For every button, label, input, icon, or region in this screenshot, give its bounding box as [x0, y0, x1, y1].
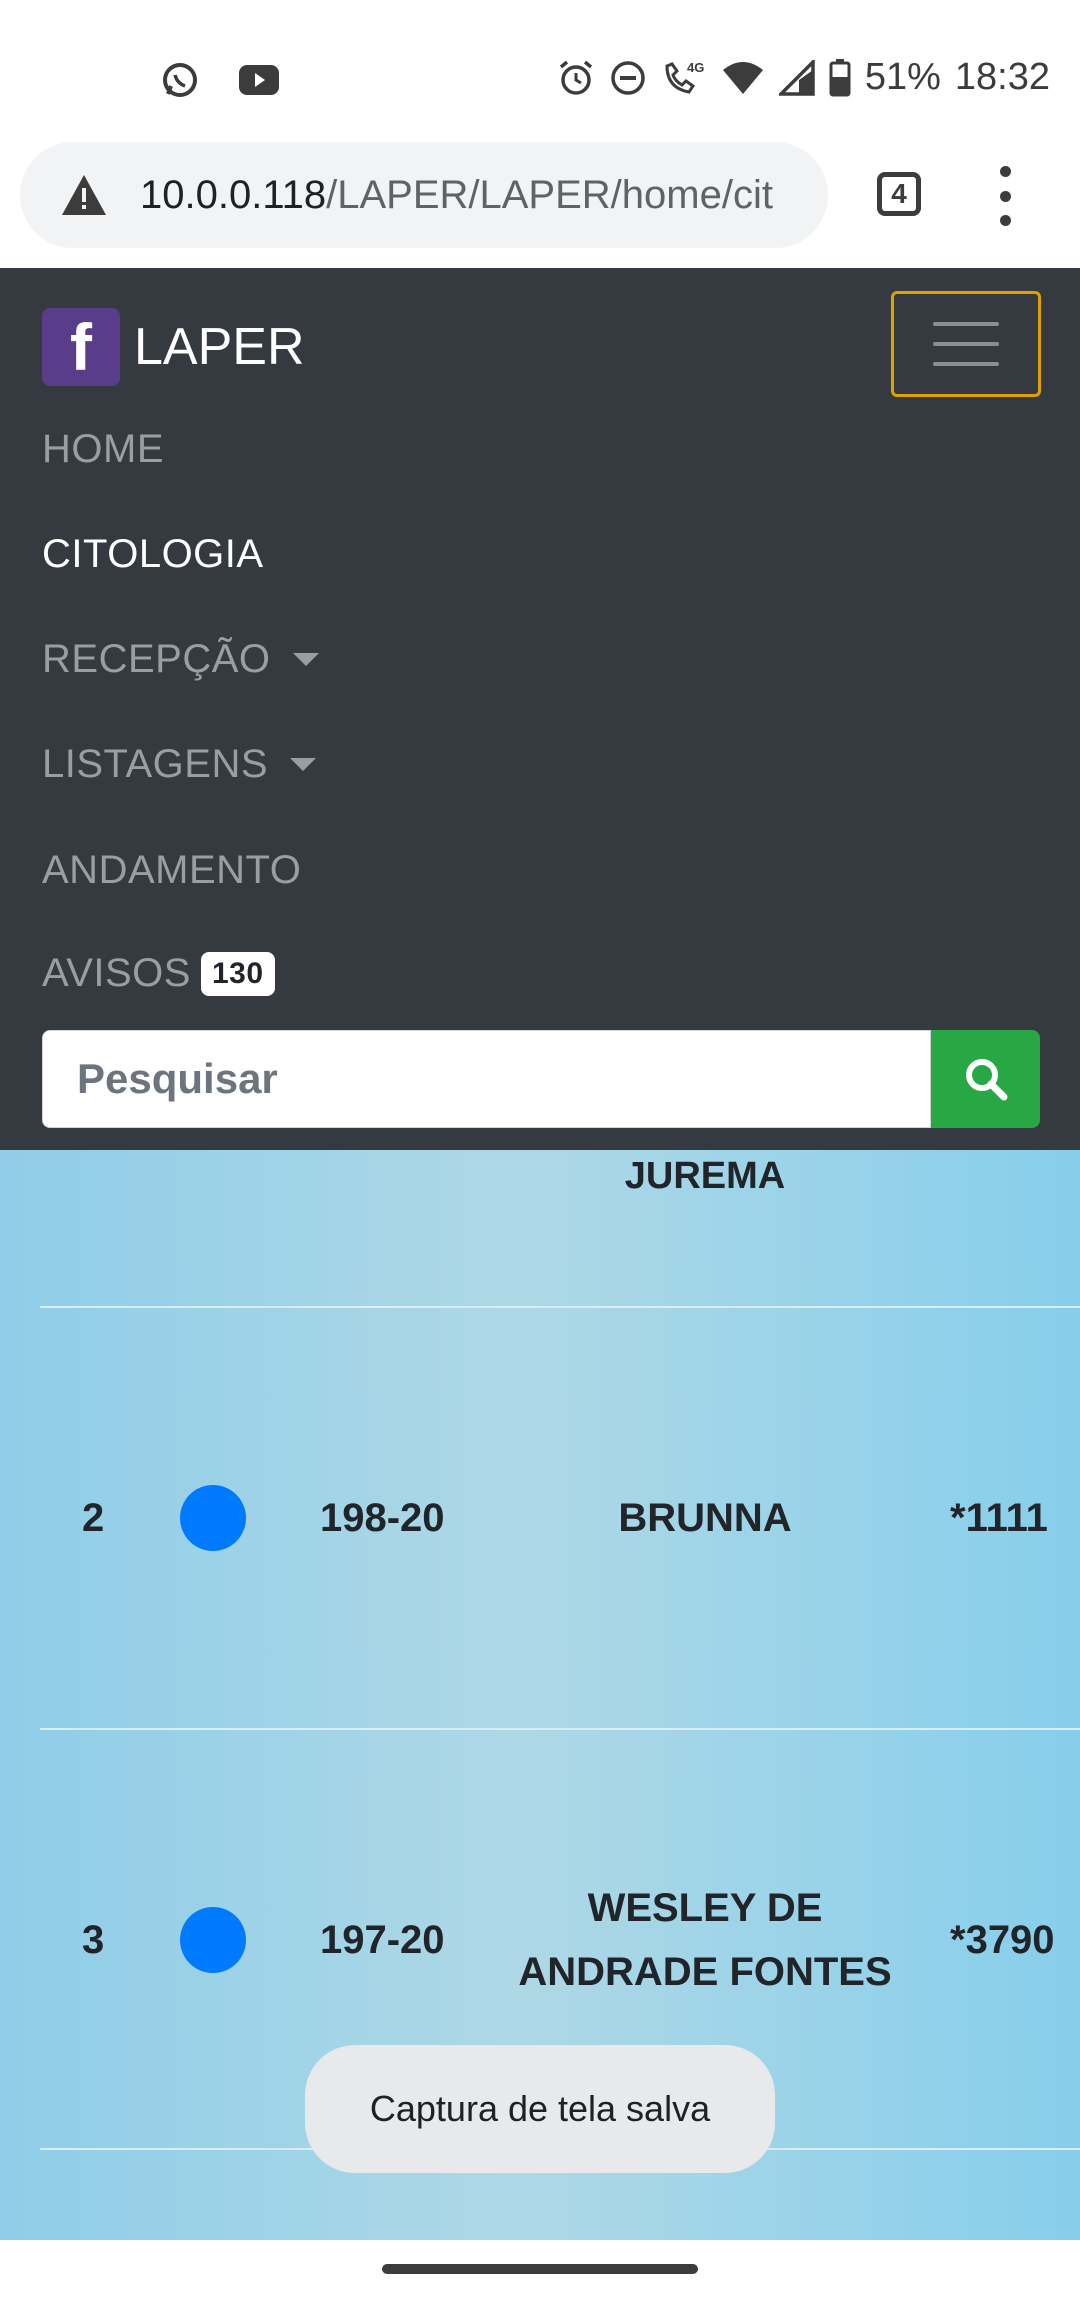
status-dot — [180, 1308, 246, 1728]
clock: 18:32 — [954, 56, 1050, 98]
patient-name-partial: JUREMA — [624, 1155, 786, 1197]
status-bar: 4G 51% 18:32 — [0, 0, 1080, 140]
nav-item-home[interactable]: HOME — [42, 427, 164, 472]
volte-4g-icon: 4G — [661, 58, 707, 98]
hamburger-icon — [933, 322, 999, 326]
warning-icon[interactable] — [60, 170, 110, 220]
more-options-icon[interactable] — [990, 166, 1020, 226]
exam-code: 198-20 — [320, 1495, 445, 1540]
brand-name: LAPER — [134, 318, 305, 376]
url-text[interactable]: 10.0.0.118/LAPER/LAPER/home/cit — [140, 173, 820, 218]
browser-toolbar: 10.0.0.118/LAPER/LAPER/home/cit 4 — [0, 140, 1080, 268]
home-gesture-handle[interactable] — [382, 2264, 698, 2274]
patient-id: *1111 — [950, 1495, 1048, 1540]
nav-item-label: LISTAGENS — [42, 742, 269, 786]
row-number: 2 — [82, 1495, 105, 1540]
nav-item-recepcao[interactable]: RECEPÇÃO — [42, 637, 319, 682]
patient-name: BRUNNA — [618, 1496, 792, 1540]
table-row[interactable]: 2 198-20 BRUNNA *1111 — [0, 1308, 1080, 1728]
nav-item-listagens[interactable]: LISTAGENS — [42, 742, 317, 787]
nav-item-label: AVISOS — [42, 951, 191, 995]
search-button[interactable] — [931, 1030, 1040, 1128]
status-dot — [180, 1730, 246, 2150]
row-number: 3 — [82, 1917, 105, 1962]
nav-item-avisos[interactable]: AVISOS 130 — [42, 951, 275, 996]
battery-icon — [829, 58, 851, 97]
youtube-icon — [238, 60, 280, 100]
search-icon — [965, 1059, 1007, 1101]
navbar: f LAPER HOME CITOLOGIA RECEPÇÃO LISTAGEN… — [0, 268, 1080, 1150]
signal-icon — [778, 59, 815, 96]
brand-link[interactable]: f LAPER — [42, 308, 305, 386]
navbar-toggler-button[interactable] — [891, 291, 1041, 397]
caret-down-icon — [290, 758, 317, 771]
wifi-icon — [721, 60, 765, 96]
brand-logo: f — [42, 308, 120, 386]
network-label: 4G — [687, 60, 704, 75]
url-host: 10.0.0.118 — [140, 172, 327, 217]
address-bar[interactable]: 10.0.0.118/LAPER/LAPER/home/cit — [20, 142, 828, 248]
whatsapp-icon — [160, 60, 200, 100]
nav-item-citologia[interactable]: CITOLOGIA — [42, 532, 264, 577]
nav-item-andamento[interactable]: ANDAMENTO — [42, 848, 301, 893]
avisos-count-badge: 130 — [200, 951, 275, 996]
dnd-icon — [609, 59, 647, 97]
nav-item-label: ANDAMENTO — [42, 848, 302, 892]
screenshot-saved-toast: Captura de tela salva — [305, 2045, 775, 2173]
system-navigation-bar — [0, 2240, 1080, 2300]
nav-item-label: RECEPÇÃO — [42, 637, 271, 681]
patient-id: *3790 — [950, 1917, 1055, 1962]
search-input[interactable] — [42, 1030, 931, 1128]
url-path: /LAPER/LAPER/home/cit — [326, 172, 773, 217]
caret-down-icon — [292, 653, 319, 666]
alarm-icon — [557, 59, 595, 97]
tab-switcher-button[interactable]: 4 — [877, 172, 921, 216]
nav-item-label: HOME — [42, 427, 164, 471]
battery-percent: 51% — [864, 56, 941, 98]
nav-item-label: CITOLOGIA — [42, 532, 264, 576]
